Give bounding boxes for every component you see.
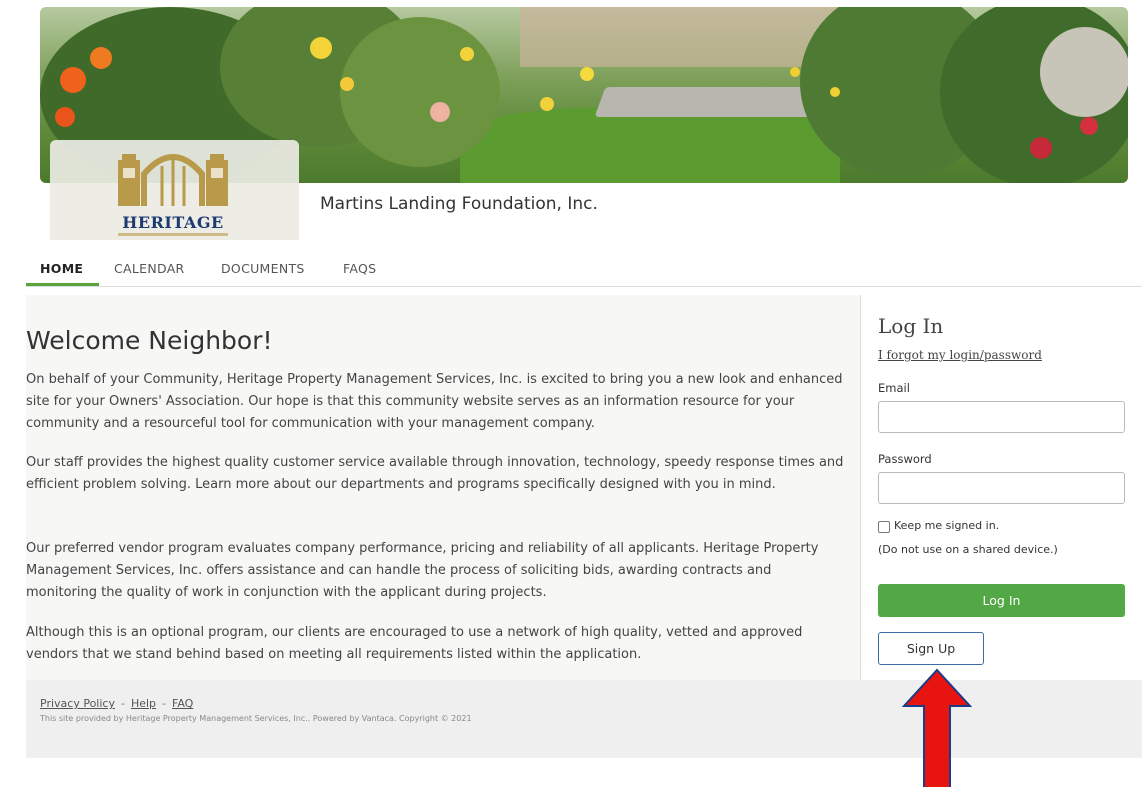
footer-copyright: This site provided by Heritage Property … bbox=[40, 714, 472, 723]
password-field[interactable] bbox=[878, 472, 1125, 504]
keep-signed-in-label[interactable]: Keep me signed in. bbox=[894, 519, 999, 532]
welcome-paragraph-4: Although this is an optional program, ou… bbox=[26, 625, 803, 662]
footer-link-privacy[interactable]: Privacy Policy bbox=[40, 697, 115, 710]
email-label: Email bbox=[878, 381, 910, 395]
email-field[interactable] bbox=[878, 401, 1125, 433]
welcome-paragraph-1: On behalf of your Community, Heritage Pr… bbox=[26, 372, 843, 431]
keep-signed-in-checkbox[interactable] bbox=[878, 521, 890, 533]
login-title: Log In bbox=[878, 314, 944, 338]
main-navigation: HOME CALENDAR DOCUMENTS FAQS bbox=[26, 255, 1142, 287]
login-button[interactable]: Log In bbox=[878, 584, 1125, 617]
nav-active-indicator bbox=[26, 283, 99, 286]
welcome-paragraph-3: Our preferred vendor program evaluates c… bbox=[26, 541, 819, 600]
nav-item-faqs[interactable]: FAQS bbox=[343, 261, 376, 276]
nav-item-documents[interactable]: DOCUMENTS bbox=[221, 261, 305, 276]
footer-links: Privacy Policy - Help - FAQ bbox=[40, 697, 193, 710]
password-label: Password bbox=[878, 452, 932, 466]
signup-button[interactable]: Sign Up bbox=[878, 632, 984, 665]
organization-name: Martins Landing Foundation, Inc. bbox=[320, 194, 598, 214]
page-title: Welcome Neighbor! bbox=[26, 326, 273, 355]
red-arrow-icon bbox=[902, 668, 972, 787]
logo-text: HERITAGE bbox=[122, 213, 224, 232]
footer-link-help[interactable]: Help bbox=[131, 697, 156, 710]
footer-link-faq[interactable]: FAQ bbox=[172, 697, 193, 710]
footer-separator: - bbox=[162, 697, 167, 710]
nav-item-calendar[interactable]: CALENDAR bbox=[114, 261, 185, 276]
shared-device-note: (Do not use on a shared device.) bbox=[878, 543, 1058, 556]
sidebar-divider bbox=[860, 295, 861, 685]
footer-separator: - bbox=[120, 697, 125, 710]
logo-tagline-bar bbox=[118, 233, 228, 236]
heritage-gate-logo-icon bbox=[118, 154, 228, 206]
nav-item-home[interactable]: HOME bbox=[40, 261, 83, 276]
forgot-password-link[interactable]: I forgot my login/password bbox=[878, 348, 1042, 362]
welcome-paragraph-2: Our staff provides the highest quality c… bbox=[26, 455, 844, 492]
